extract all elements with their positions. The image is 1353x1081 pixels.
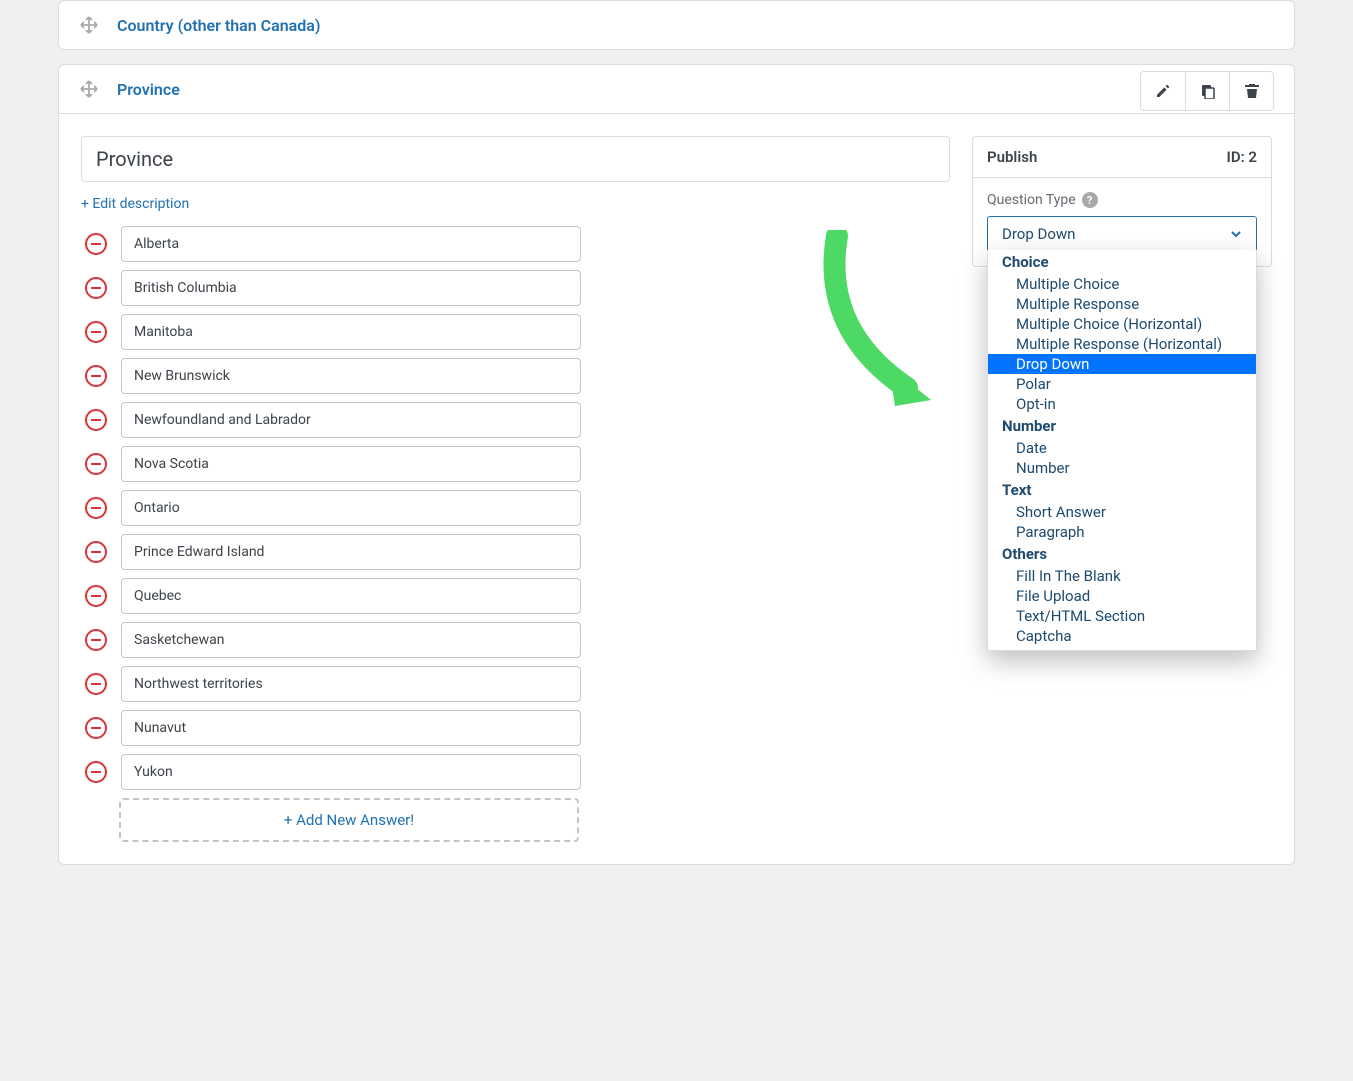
dropdown-item[interactable]: Text/HTML Section [988, 606, 1256, 626]
answer-input[interactable] [121, 710, 581, 746]
remove-answer-button[interactable] [85, 277, 107, 299]
answer-input[interactable] [121, 666, 581, 702]
edit-description-link[interactable]: + Edit description [81, 196, 189, 212]
question-title-input[interactable] [81, 136, 950, 182]
card-title: Province [117, 80, 180, 99]
answer-input[interactable] [121, 534, 581, 570]
answer-row [81, 270, 950, 306]
remove-answer-button[interactable] [85, 409, 107, 431]
dropdown-item[interactable]: Date [988, 438, 1256, 458]
remove-answer-button[interactable] [85, 321, 107, 343]
dropdown-item[interactable]: Paragraph [988, 522, 1256, 542]
remove-answer-button[interactable] [85, 453, 107, 475]
answer-input[interactable] [121, 270, 581, 306]
publish-panel-wrap: Publish ID: 2 Question Type ? Drop Down … [972, 136, 1272, 842]
card-header: Province [59, 65, 1294, 113]
answer-row [81, 226, 950, 262]
question-card-province: Province + Edit description + Add New An… [58, 64, 1295, 865]
card-body: + Edit description + Add New Answer! Pub… [59, 113, 1294, 864]
add-answer-button[interactable]: + Add New Answer! [119, 798, 579, 842]
chevron-down-icon [1230, 228, 1242, 240]
dropdown-item[interactable]: Captcha [988, 626, 1256, 646]
answer-row [81, 490, 950, 526]
publish-panel: Publish ID: 2 Question Type ? Drop Down … [972, 136, 1272, 267]
card-actions [1140, 71, 1274, 111]
remove-answer-button[interactable] [85, 233, 107, 255]
answer-input[interactable] [121, 402, 581, 438]
dropdown-group-header: Text [988, 478, 1256, 502]
answer-row [81, 754, 950, 790]
answer-input[interactable] [121, 358, 581, 394]
remove-answer-button[interactable] [85, 717, 107, 739]
remove-answer-button[interactable] [85, 585, 107, 607]
dropdown-item[interactable]: Number [988, 458, 1256, 478]
dropdown-item[interactable]: Multiple Response [988, 294, 1256, 314]
remove-answer-button[interactable] [85, 365, 107, 387]
dropdown-item[interactable]: Multiple Choice (Horizontal) [988, 314, 1256, 334]
answer-row [81, 358, 950, 394]
card-title: Country (other than Canada) [117, 16, 320, 35]
answer-row [81, 710, 950, 746]
edit-button[interactable] [1141, 72, 1185, 110]
dropdown-item[interactable]: Fill In The Blank [988, 566, 1256, 586]
publish-header: Publish ID: 2 [973, 137, 1271, 178]
delete-button[interactable] [1229, 72, 1273, 110]
answer-row [81, 622, 950, 658]
question-type-dropdown: ChoiceMultiple ChoiceMultiple ResponseMu… [987, 250, 1257, 651]
dropdown-item[interactable]: Short Answer [988, 502, 1256, 522]
dropdown-item[interactable]: Multiple Response (Horizontal) [988, 334, 1256, 354]
answer-input[interactable] [121, 490, 581, 526]
drag-handle-icon[interactable] [79, 15, 99, 35]
publish-title: Publish [987, 148, 1037, 166]
drag-handle-icon[interactable] [79, 79, 99, 99]
answer-input[interactable] [121, 578, 581, 614]
answer-input[interactable] [121, 314, 581, 350]
help-icon[interactable]: ? [1082, 192, 1098, 208]
question-card-country[interactable]: Country (other than Canada) [58, 0, 1295, 50]
answer-row [81, 534, 950, 570]
dropdown-item[interactable]: File Upload [988, 586, 1256, 606]
question-id: ID: 2 [1227, 148, 1257, 166]
answer-input[interactable] [121, 226, 581, 262]
dropdown-item[interactable]: Polar [988, 374, 1256, 394]
remove-answer-button[interactable] [85, 541, 107, 563]
question-editor: + Edit description + Add New Answer! [81, 136, 950, 842]
remove-answer-button[interactable] [85, 629, 107, 651]
remove-answer-button[interactable] [85, 673, 107, 695]
answer-input[interactable] [121, 754, 581, 790]
answer-input[interactable] [121, 622, 581, 658]
answer-row [81, 666, 950, 702]
answer-row [81, 446, 950, 482]
answer-row [81, 402, 950, 438]
remove-answer-button[interactable] [85, 761, 107, 783]
duplicate-button[interactable] [1185, 72, 1229, 110]
card-header: Country (other than Canada) [59, 1, 1294, 49]
dropdown-group-header: Choice [988, 250, 1256, 274]
answer-input[interactable] [121, 446, 581, 482]
answer-row [81, 578, 950, 614]
question-type-select: Drop Down ChoiceMultiple ChoiceMultiple … [987, 216, 1257, 252]
remove-answer-button[interactable] [85, 497, 107, 519]
dropdown-item[interactable]: Opt-in [988, 394, 1256, 414]
dropdown-group-header: Number [988, 414, 1256, 438]
dropdown-item[interactable]: Drop Down [988, 354, 1256, 374]
answer-row [81, 314, 950, 350]
question-type-label: Question Type ? [987, 192, 1257, 208]
answers-list [81, 226, 950, 790]
dropdown-group-header: Others [988, 542, 1256, 566]
question-type-selected[interactable]: Drop Down [987, 216, 1257, 252]
question-type-area: Question Type ? Drop Down ChoiceMultiple… [973, 178, 1271, 266]
dropdown-item[interactable]: Multiple Choice [988, 274, 1256, 294]
